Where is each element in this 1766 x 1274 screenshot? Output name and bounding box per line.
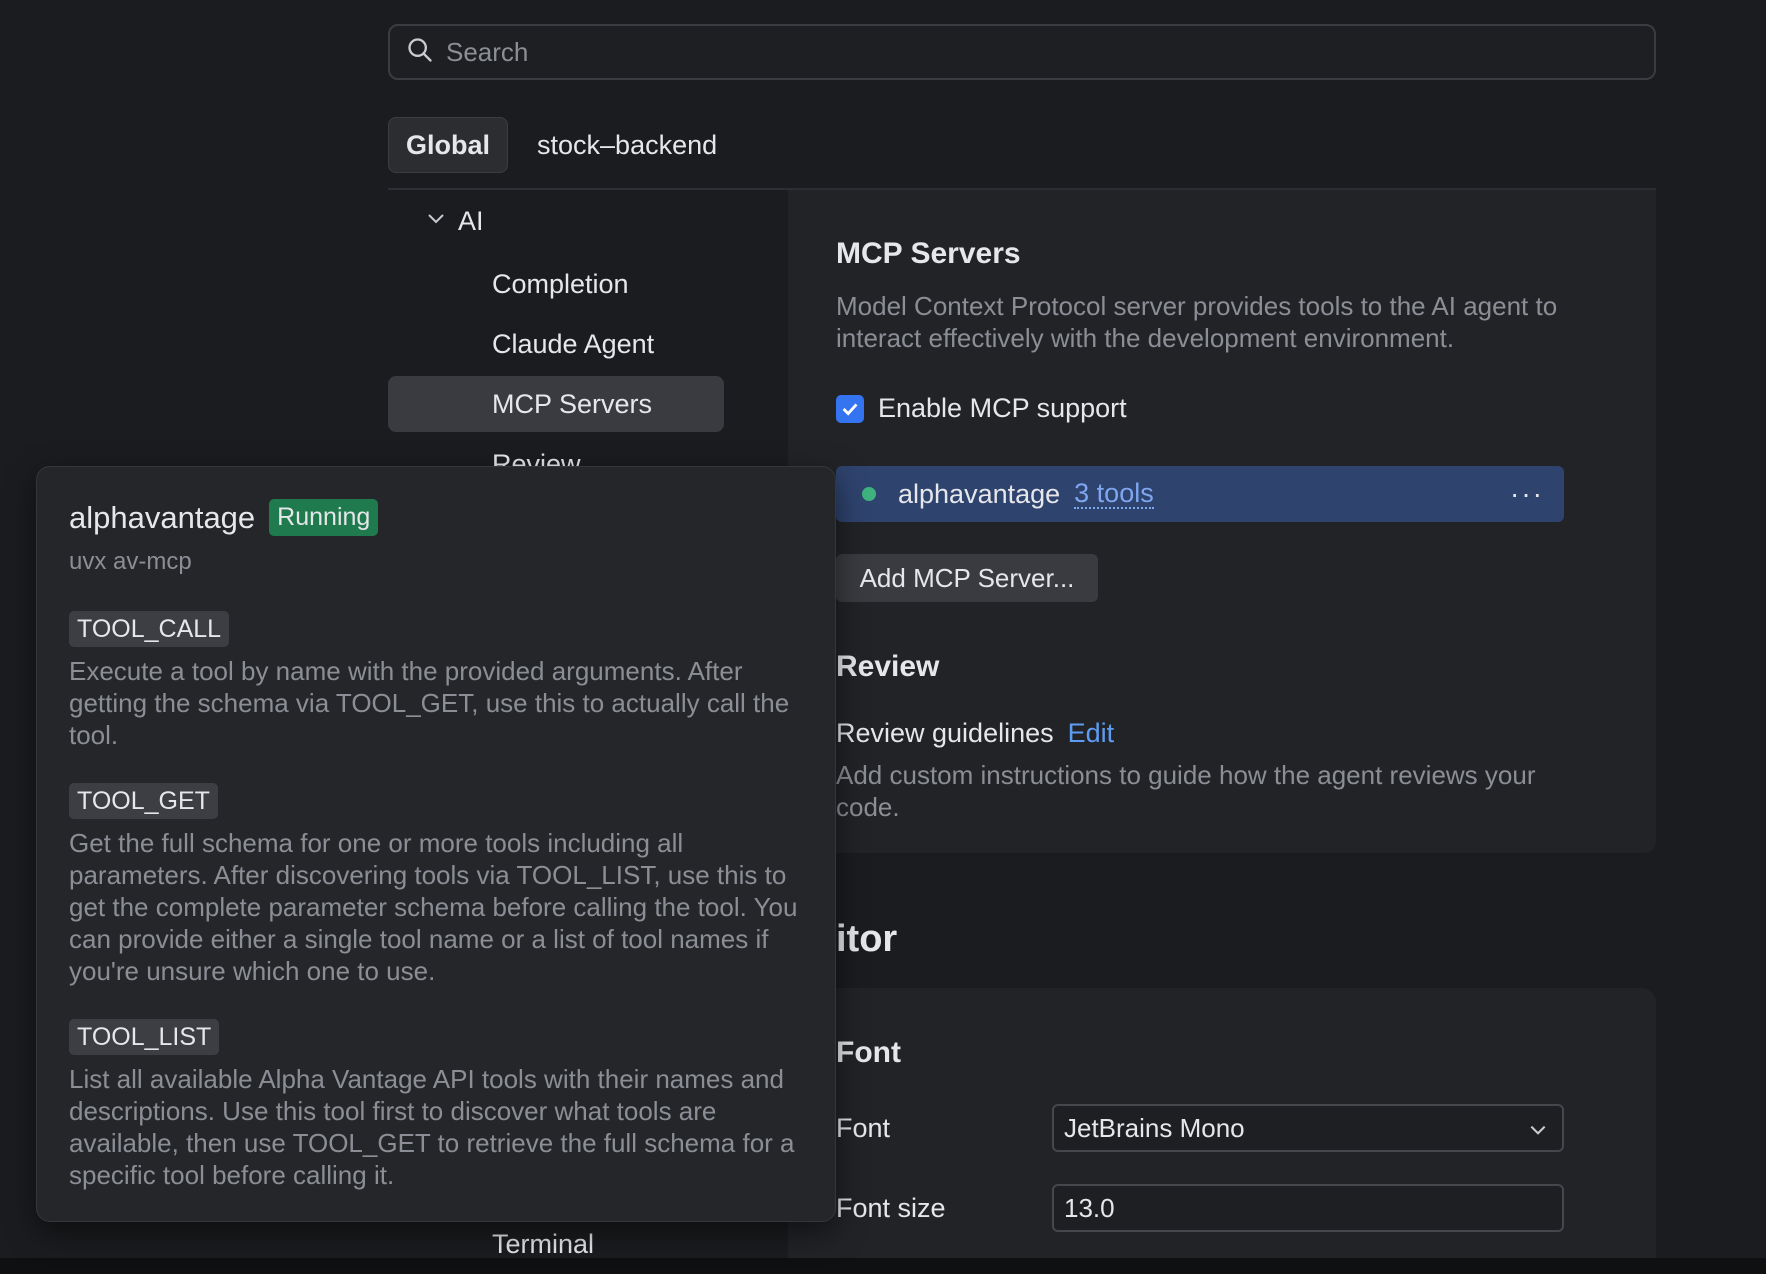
tool-name-badge: TOOL_GET [69,783,218,819]
add-mcp-server-button[interactable]: Add MCP Server... [836,554,1098,602]
scope-tabs: Global stock–backend [388,117,734,173]
review-guidelines-label: Review guidelines [836,718,1054,748]
tab-global[interactable]: Global [388,117,509,173]
font-size-value: 13.0 [1064,1192,1115,1223]
checkmark-icon [842,402,858,416]
mcp-section-title: MCP Servers [836,237,1021,270]
tool-name-badge: TOOL_LIST [69,1019,220,1055]
chevron-down-icon [424,206,448,237]
popup-header: alphavantage Running [69,499,379,536]
search-icon [406,36,434,69]
status-dot-icon [862,487,876,501]
review-section-title: Review [836,650,940,683]
status-badge: Running [269,499,379,536]
chevron-down-icon [1530,1125,1546,1135]
more-options-icon[interactable]: ··· [1510,478,1544,510]
enable-mcp-row[interactable]: Enable MCP support [836,393,1127,424]
tool-description: List all available Alpha Vantage API too… [69,1064,795,1190]
font-size-label: Font size [836,1193,946,1223]
enable-mcp-checkbox[interactable] [836,394,864,423]
editor-heading: itor [836,918,898,960]
nav-group-ai[interactable]: AI [424,206,484,237]
tool-name-badge: TOOL_CALL [69,611,230,647]
nav-group-label: AI [458,206,484,236]
server-name: alphavantage [898,478,1061,509]
tool-description: Execute a tool by name with the provided… [69,656,790,750]
tool-description: Get the full schema for one or more tool… [69,828,798,986]
review-guidelines-row: Review guidelines Edit [836,718,1114,749]
font-section-title: Font [836,1036,901,1069]
nav-item-claude-agent[interactable]: Claude Agent [388,316,724,372]
nav-item-mcp-servers[interactable]: MCP Servers [388,376,724,432]
popup-command: uvx av-mcp [69,548,192,575]
tools-count-link[interactable]: 3 tools [1074,479,1154,509]
bottom-bar [0,1258,1766,1274]
mcp-description: Model Context Protocol server provides t… [836,291,1558,353]
font-size-input[interactable]: 13.0 [1052,1184,1564,1232]
font-label: Font [836,1113,891,1143]
server-details-popup: alphavantage Running uvx av-mcp TOOL_CAL… [36,466,836,1222]
popup-server-name: alphavantage [69,499,256,535]
font-select-value: JetBrains Mono [1064,1112,1245,1143]
edit-guidelines-link[interactable]: Edit [1068,718,1115,749]
mcp-server-row[interactable]: alphavantage 3 tools ··· [836,466,1564,522]
tab-project[interactable]: stock–backend [520,117,734,173]
search-field[interactable] [388,24,1656,80]
nav-item-completion[interactable]: Completion [388,256,724,312]
font-select[interactable]: JetBrains Mono [1052,1104,1564,1152]
search-input[interactable] [446,36,1654,68]
enable-mcp-label: Enable MCP support [878,393,1127,423]
review-description: Add custom instructions to guide how the… [836,760,1536,822]
